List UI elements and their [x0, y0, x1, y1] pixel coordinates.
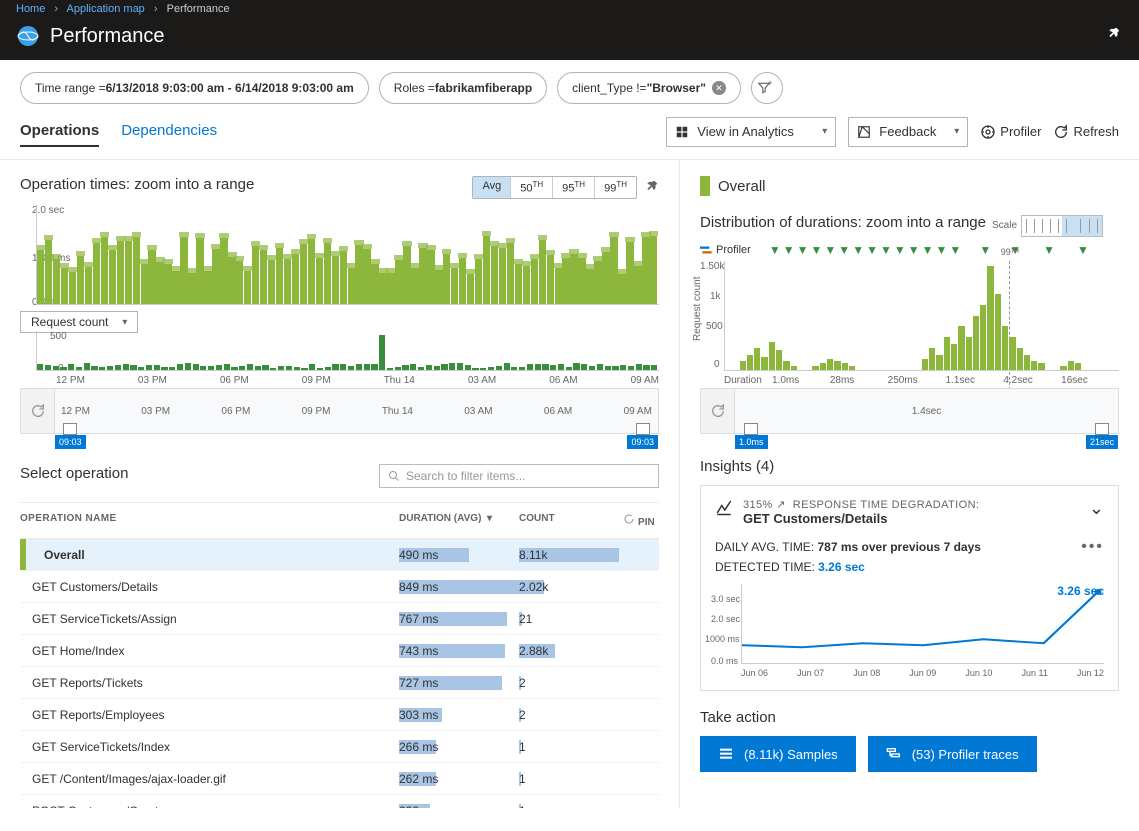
tab-dependencies[interactable]: Dependencies — [121, 116, 217, 147]
scale-label: Scale — [992, 220, 1017, 231]
table-row[interactable]: GET /Content/Images/ajax-loader.gif262 m… — [20, 763, 659, 795]
table-row[interactable]: GET Home/Index743 ms2.88k — [20, 635, 659, 667]
view-in-analytics-dropdown[interactable]: View in Analytics▾ — [666, 117, 836, 147]
top-bar: Home › Application map › Performance Per… — [0, 0, 1139, 60]
scrubber-handle-right[interactable]: 21sec — [1086, 435, 1118, 449]
distribution-scrubber[interactable]: 1.4sec 1.0ms 21sec — [700, 388, 1119, 434]
breadcrumb-home[interactable]: Home — [16, 3, 45, 15]
take-action-title: Take action — [700, 709, 1119, 726]
aggregation-toggle: Avg 50TH 95TH 99TH — [472, 176, 637, 199]
th-count[interactable]: COUNT — [519, 513, 619, 528]
globe-icon — [16, 24, 40, 48]
agg-50th[interactable]: 50TH — [511, 177, 553, 198]
filter-client-type[interactable]: client_Type != "Browser" ✕ — [557, 72, 741, 104]
filter-time-range[interactable]: Time range = 6/13/2018 9:03:00 am - 6/14… — [20, 72, 369, 104]
breadcrumb: Home › Application map › Performance — [16, 3, 230, 15]
overall-color-icon — [700, 176, 710, 196]
samples-button[interactable]: (8.11k) Samples — [700, 736, 856, 772]
agg-99th[interactable]: 99TH — [595, 177, 636, 198]
table-row[interactable]: GET Reports/Tickets727 ms2 — [20, 667, 659, 699]
request-count-chart[interactable] — [36, 331, 659, 371]
overall-label: Overall — [718, 178, 766, 195]
pin-chart-icon[interactable] — [645, 179, 659, 196]
distribution-title: Distribution of durations: zoom into a r… — [700, 214, 986, 231]
table-row[interactable]: GET Reports/Employees303 ms2 — [20, 699, 659, 731]
profiler-icon — [700, 245, 714, 255]
th-operation-name[interactable]: OPERATION NAME — [20, 513, 399, 528]
pin-icon[interactable] — [1107, 26, 1121, 43]
select-operation-title: Select operation — [20, 465, 128, 482]
th-duration[interactable]: DURATION (AVG) ▾ — [399, 513, 519, 528]
insight-card[interactable]: 315% ↗ RESPONSE TIME DEGRADATION: GET Cu… — [700, 485, 1119, 691]
dist-y-label: Request count — [692, 277, 703, 342]
scale-toggle[interactable] — [1021, 215, 1103, 237]
scrubber-handle-left[interactable]: 1.0ms — [735, 435, 768, 449]
duration-axis-label: Duration — [724, 375, 772, 386]
tabs: Operations Dependencies — [20, 116, 217, 147]
agg-95th[interactable]: 95TH — [553, 177, 595, 198]
chart-x-axis: 12 PM03 PM06 PM09 PMThu 1403 AM06 AM09 A… — [56, 375, 659, 386]
table-row[interactable]: Overall490 ms8.11k — [20, 539, 659, 571]
refresh-button[interactable]: Refresh — [1053, 124, 1119, 140]
table-row[interactable]: GET ServiceTickets/Index266 ms1 — [20, 731, 659, 763]
tab-operations[interactable]: Operations — [20, 116, 99, 147]
table-row[interactable]: POST Customers/Create222 ms1 — [20, 795, 659, 808]
add-filter-button[interactable]: + — [751, 72, 783, 104]
scrubber-handle-right[interactable]: 09:03 — [627, 435, 658, 449]
profiler-button[interactable]: Profiler — [980, 124, 1041, 140]
profiler-markers-row: Profiler ▼▼▼▼▼▼▼▼▼▼▼▼▼▼▼▼▼▼ — [700, 243, 1119, 257]
close-icon[interactable]: ✕ — [712, 81, 726, 95]
search-input[interactable]: Search to filter items... — [379, 464, 659, 488]
breadcrumb-appmap[interactable]: Application map — [67, 3, 145, 15]
time-scrubber[interactable]: 12 PM03 PM06 PM09 PMThu 1403 AM06 AM09 A… — [20, 388, 659, 434]
reset-zoom-icon[interactable] — [21, 389, 55, 433]
more-icon[interactable]: ••• — [1081, 538, 1104, 556]
request-count-dropdown[interactable]: Request count▾ — [20, 311, 138, 333]
operation-times-chart[interactable]: 2.0 sec 1000 ms 0.0ms — [20, 205, 659, 305]
trend-icon — [715, 498, 733, 516]
table-row[interactable]: GET ServiceTickets/Assign767 ms21 — [20, 603, 659, 635]
distribution-chart[interactable]: 99ᵀᴴ — [724, 261, 1119, 371]
table-row[interactable]: GET Customers/Details849 ms2.02k — [20, 571, 659, 603]
profiler-traces-button[interactable]: (53) Profiler traces — [868, 736, 1037, 772]
chevron-down-icon[interactable]: ⌄ — [1089, 498, 1104, 519]
operations-table: OPERATION NAME DURATION (AVG) ▾ COUNT PI… — [20, 502, 659, 808]
breadcrumb-current: Performance — [167, 3, 230, 15]
th-pin: PIN — [619, 513, 659, 528]
page-title: Performance — [50, 25, 165, 48]
toolbar-row: Operations Dependencies View in Analytic… — [0, 116, 1139, 160]
scrubber-handle-left[interactable]: 09:03 — [55, 435, 86, 449]
feedback-dropdown[interactable]: Feedback▾ — [848, 117, 968, 147]
filter-bar: Time range = 6/13/2018 9:03:00 am - 6/14… — [0, 60, 1139, 116]
agg-avg[interactable]: Avg — [473, 177, 511, 198]
reset-zoom-icon[interactable] — [701, 389, 735, 433]
filter-roles[interactable]: Roles = fabrikamfiberapp — [379, 72, 547, 104]
insight-trend-chart — [741, 584, 1104, 664]
insights-title: Insights (4) — [700, 458, 1119, 475]
operation-times-title: Operation times: zoom into a range — [20, 176, 254, 193]
